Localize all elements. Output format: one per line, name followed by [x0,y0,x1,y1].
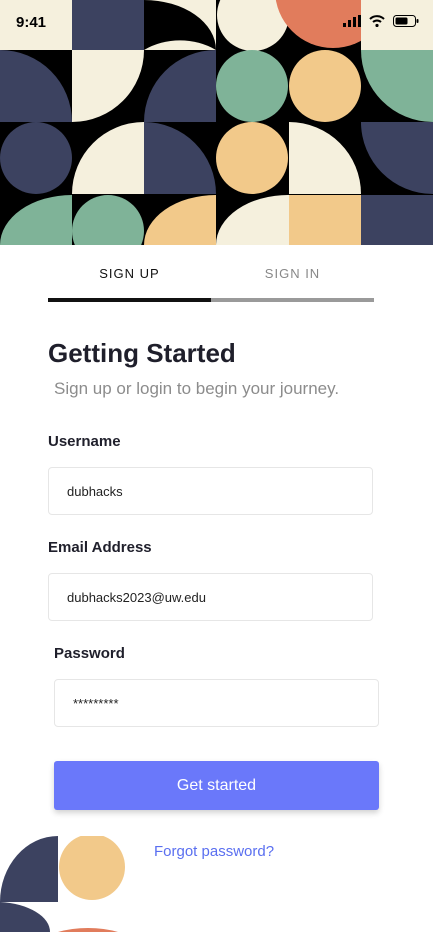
tab-sign-up[interactable]: SIGN UP [48,258,211,302]
wifi-icon [369,14,385,32]
password-label: Password [54,645,125,662]
auth-tabs: SIGN UP SIGN IN [48,258,374,302]
username-label: Username [48,433,121,450]
status-icons [343,14,419,32]
email-label: Email Address [48,539,152,556]
page-title: Getting Started [48,338,236,368]
email-input[interactable] [48,573,373,621]
username-input[interactable] [48,467,373,515]
get-started-button[interactable]: Get started [54,761,379,810]
battery-icon [393,14,419,32]
tab-sign-in[interactable]: SIGN IN [211,258,374,302]
page-subtitle: Sign up or login to begin your journey. [54,379,340,398]
forgot-password-link[interactable]: Forgot password? [154,843,274,860]
status-time: 9:41 [16,14,47,31]
password-input[interactable] [54,679,379,727]
cellular-signal-icon [343,14,361,32]
status-bar: 9:41 [0,0,433,44]
decorative-pattern [0,834,130,937]
